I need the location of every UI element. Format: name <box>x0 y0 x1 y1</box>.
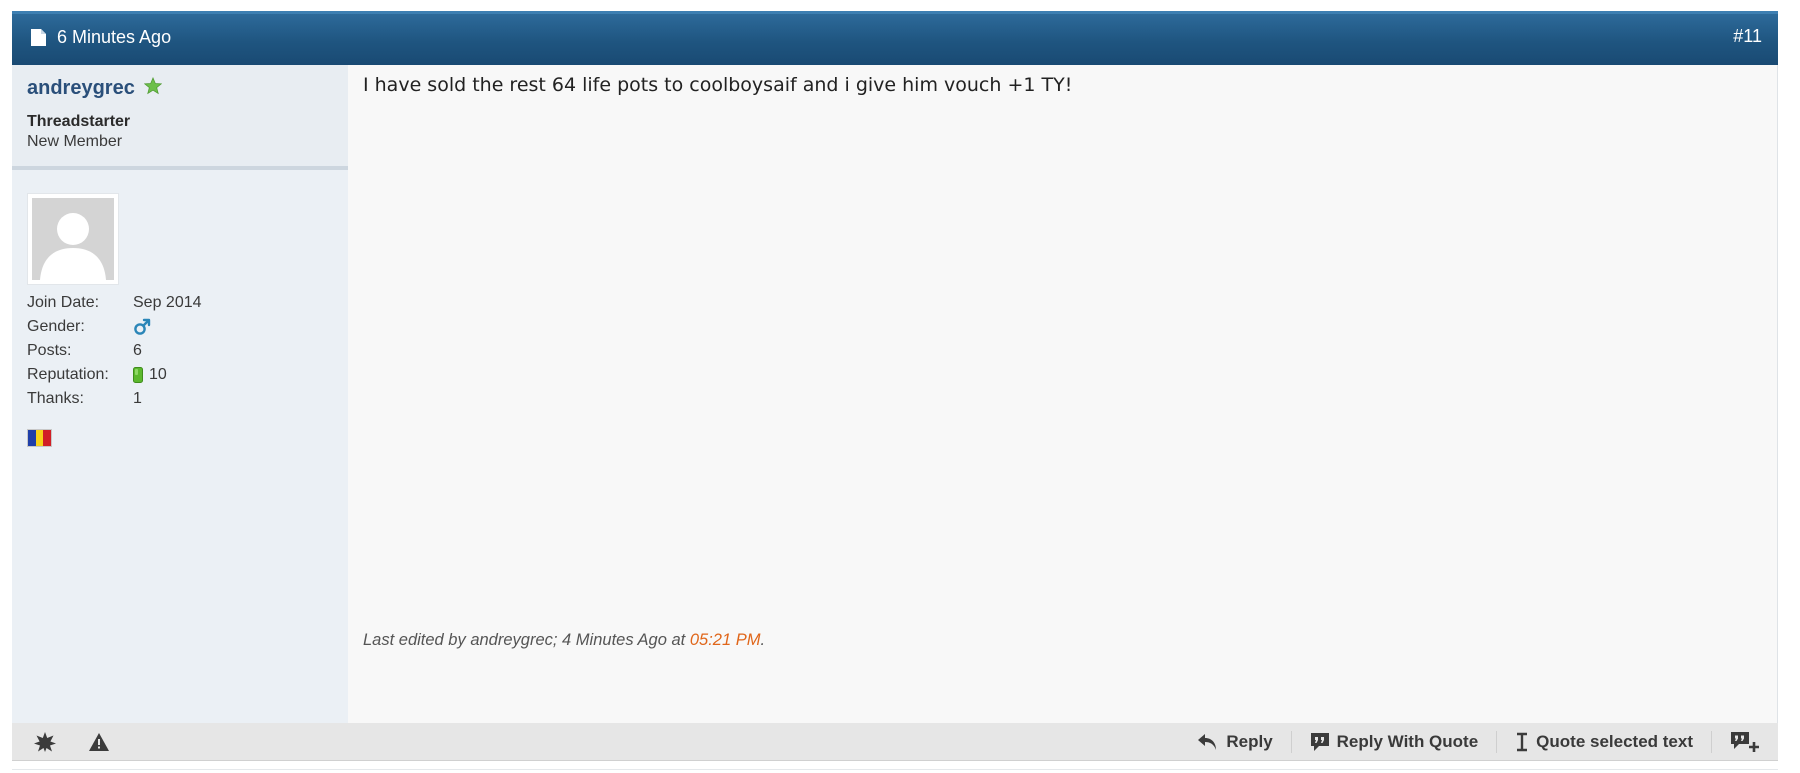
reply-with-quote-button[interactable]: Reply With Quote <box>1290 731 1497 753</box>
document-icon <box>31 29 46 46</box>
reply-arrow-icon <box>1198 734 1217 750</box>
default-avatar-icon <box>32 198 114 280</box>
post-content: I have sold the rest 64 life pots to coo… <box>348 65 1778 723</box>
stat-value: 6 <box>133 342 142 359</box>
edit-prefix: Last edited by andreygrec; 4 Minutes Ago… <box>363 631 690 649</box>
user-title: Threadstarter <box>27 113 131 130</box>
reputation-bar-icon[interactable] <box>133 367 143 383</box>
stat-label: Gender: <box>27 318 85 335</box>
post-header: 6 Minutes Ago #11 <box>12 11 1778 65</box>
stat-label: Reputation: <box>27 366 109 383</box>
multi-quote-icon <box>1731 732 1759 752</box>
reply-label: Reply <box>1226 732 1273 751</box>
reputation-value: 10 <box>149 366 167 383</box>
stat-label: Join Date: <box>27 294 100 311</box>
reply-with-quote-label: Reply With Quote <box>1336 732 1479 751</box>
online-star-icon <box>144 77 162 95</box>
male-gender-icon <box>134 318 151 335</box>
stat-join-date: Join Date: Sep 2014 <box>27 291 202 315</box>
stat-value: 1 <box>133 390 142 407</box>
quote-bubble-icon <box>1310 733 1329 751</box>
quote-selected-text-label: Quote selected text <box>1536 732 1693 751</box>
avatar[interactable] <box>27 193 119 285</box>
reply-button[interactable]: Reply <box>1179 731 1290 753</box>
stat-value: 10 <box>133 366 167 384</box>
user-stats: Join Date: Sep 2014 Gender: Posts: 6 Rep… <box>27 291 202 411</box>
edit-time: 05:21 PM <box>689 631 761 649</box>
edit-suffix: . <box>760 631 766 649</box>
country-flag-icon <box>27 429 52 447</box>
post-number-link[interactable]: #11 <box>1733 26 1762 47</box>
username-link[interactable]: andreygrec <box>27 77 135 100</box>
stat-label: Thanks: <box>27 390 84 407</box>
multi-quote-button[interactable] <box>1711 731 1778 753</box>
post-date: 6 Minutes Ago <box>30 27 171 48</box>
stat-gender: Gender: <box>27 315 202 339</box>
post-separator <box>12 769 1778 770</box>
stat-thanks: Thanks: 1 <box>27 387 202 411</box>
stat-value: Sep 2014 <box>133 294 202 311</box>
last-edited-note: Last edited by andreygrec; 4 Minutes Ago… <box>363 631 765 650</box>
user-rank: New Member <box>27 133 123 150</box>
forum-post: 6 Minutes Ago #11 andreygrec Threadstart… <box>12 11 1778 765</box>
star-icon[interactable] <box>34 732 56 752</box>
post-actions: Reply Reply With Quote Quote selected te… <box>1179 723 1778 761</box>
report-warning-icon[interactable] <box>88 732 110 752</box>
stat-reputation: Reputation: 10 <box>27 363 202 387</box>
stat-value <box>133 318 151 336</box>
stat-posts: Posts: 6 <box>27 339 202 363</box>
stat-label: Posts: <box>27 342 72 359</box>
quote-selected-text-button[interactable]: Quote selected text <box>1496 731 1711 753</box>
user-info-header: andreygrec Threadstarter New Member <box>12 65 348 170</box>
post-message: I have sold the rest 64 life pots to coo… <box>363 74 1073 96</box>
text-cursor-icon <box>1517 732 1528 752</box>
post-date-text: 6 Minutes Ago <box>57 27 172 47</box>
post-footer: Reply Reply With Quote Quote selected te… <box>12 723 1778 761</box>
user-info-panel: andreygrec Threadstarter New Member Join… <box>12 65 348 723</box>
